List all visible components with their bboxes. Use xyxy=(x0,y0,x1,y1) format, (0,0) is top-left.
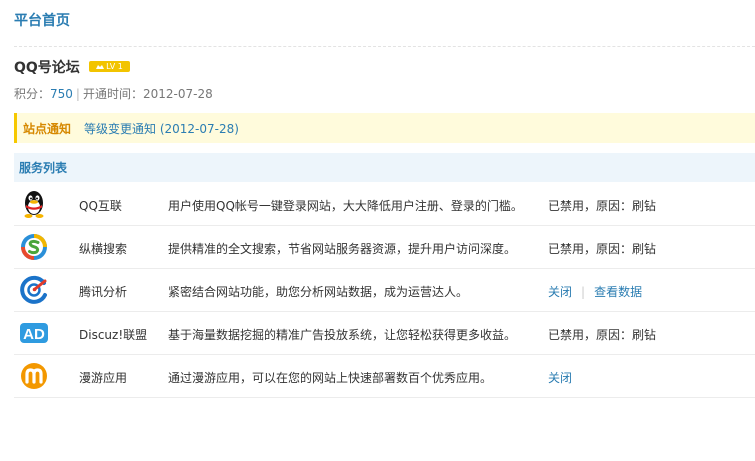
service-description: 基于海量数据挖掘的精准广告投放系统，让您轻松获得更多收益。 xyxy=(168,328,517,342)
service-name: Discuz!联盟 xyxy=(79,328,148,342)
score-label: 积分： xyxy=(14,87,51,101)
level-wings-icon xyxy=(96,64,105,69)
level-badge-text: LV 1 xyxy=(106,62,123,71)
service-description: 用户使用QQ帐号一键登录网站，大大降低用户注册、登录的门槛。 xyxy=(168,199,523,213)
site-meta: 积分：750 | 开通时间：2012-07-28 xyxy=(14,85,213,102)
service-row-soso-search: 纵横搜索 提供精准的全文搜索，节省网站服务器资源，提升用户访问深度。 已禁用，原… xyxy=(14,226,755,269)
service-name: 腾讯分析 xyxy=(79,285,128,299)
service-row-manyou-apps: 漫游应用 通过漫游应用，可以在您的网站上快速部署数百个优秀应用。 关闭 xyxy=(14,355,755,398)
service-status: 已禁用，原因：刷钻 xyxy=(548,199,657,213)
notice-link[interactable]: 等级变更通知 (2012-07-28) xyxy=(84,120,239,137)
service-description: 通过漫游应用，可以在您的网站上快速部署数百个优秀应用。 xyxy=(168,371,493,385)
services-title: 服务列表 xyxy=(19,161,68,175)
action-separator: | xyxy=(581,285,586,299)
service-name: 漫游应用 xyxy=(79,371,128,385)
page-title[interactable]: 平台首页 xyxy=(14,10,70,30)
service-name: 纵横搜索 xyxy=(79,242,128,256)
meta-separator: | xyxy=(75,87,80,101)
platform-home-page: 平台首页 QQ号论坛 LV 1 积分：750 | 开通时间：2012-07-28 站… xyxy=(0,0,755,461)
service-actions: 关闭 xyxy=(548,369,572,386)
divider xyxy=(14,46,755,47)
service-row-discuz-union: AD Discuz!联盟 基于海量数据挖掘的精准广告投放系统，让您轻松获得更多收… xyxy=(14,312,755,355)
analytics-icon xyxy=(20,275,47,304)
opened-label: 开通时间： xyxy=(82,87,143,101)
service-row-qq-connect: QQ互联 用户使用QQ帐号一键登录网站，大大降低用户注册、登录的门槛。 已禁用，… xyxy=(14,183,755,226)
level-badge: LV 1 xyxy=(89,61,130,72)
service-description: 提供精准的全文搜索，节省网站服务器资源，提升用户访问深度。 xyxy=(168,242,517,256)
services-header: 服务列表 xyxy=(14,153,755,182)
ad-icon: AD xyxy=(20,323,48,343)
site-name: QQ号论坛 xyxy=(14,60,80,76)
service-status: 已禁用，原因：刷钻 xyxy=(548,328,657,342)
service-description: 紧密结合网站功能，助您分析网站数据，成为运营达人。 xyxy=(168,285,469,299)
service-list: QQ互联 用户使用QQ帐号一键登录网站，大大降低用户注册、登录的门槛。 已禁用，… xyxy=(14,183,755,398)
qq-penguin-icon xyxy=(24,191,44,218)
service-row-tencent-analytics: 腾讯分析 紧密结合网站功能，助您分析网站数据，成为运营达人。 关闭 | 查看数据 xyxy=(14,269,755,312)
service-status: 已禁用，原因：刷钻 xyxy=(548,242,657,256)
svg-text:AD: AD xyxy=(23,326,45,343)
close-service-link[interactable]: 关闭 xyxy=(548,371,572,385)
view-data-link[interactable]: 查看数据 xyxy=(594,285,642,299)
service-name: QQ互联 xyxy=(79,199,122,213)
close-service-link[interactable]: 关闭 xyxy=(548,285,572,299)
notice-label: 站点通知 xyxy=(23,121,72,136)
score-value: 750 xyxy=(50,87,73,101)
search-s-icon xyxy=(21,234,47,260)
service-actions: 关闭 | 查看数据 xyxy=(548,283,642,300)
manyou-m-icon xyxy=(21,363,47,389)
opened-date: 2012-07-28 xyxy=(142,87,213,101)
site-notice-bar: 站点通知 等级变更通知 (2012-07-28) xyxy=(14,113,755,143)
